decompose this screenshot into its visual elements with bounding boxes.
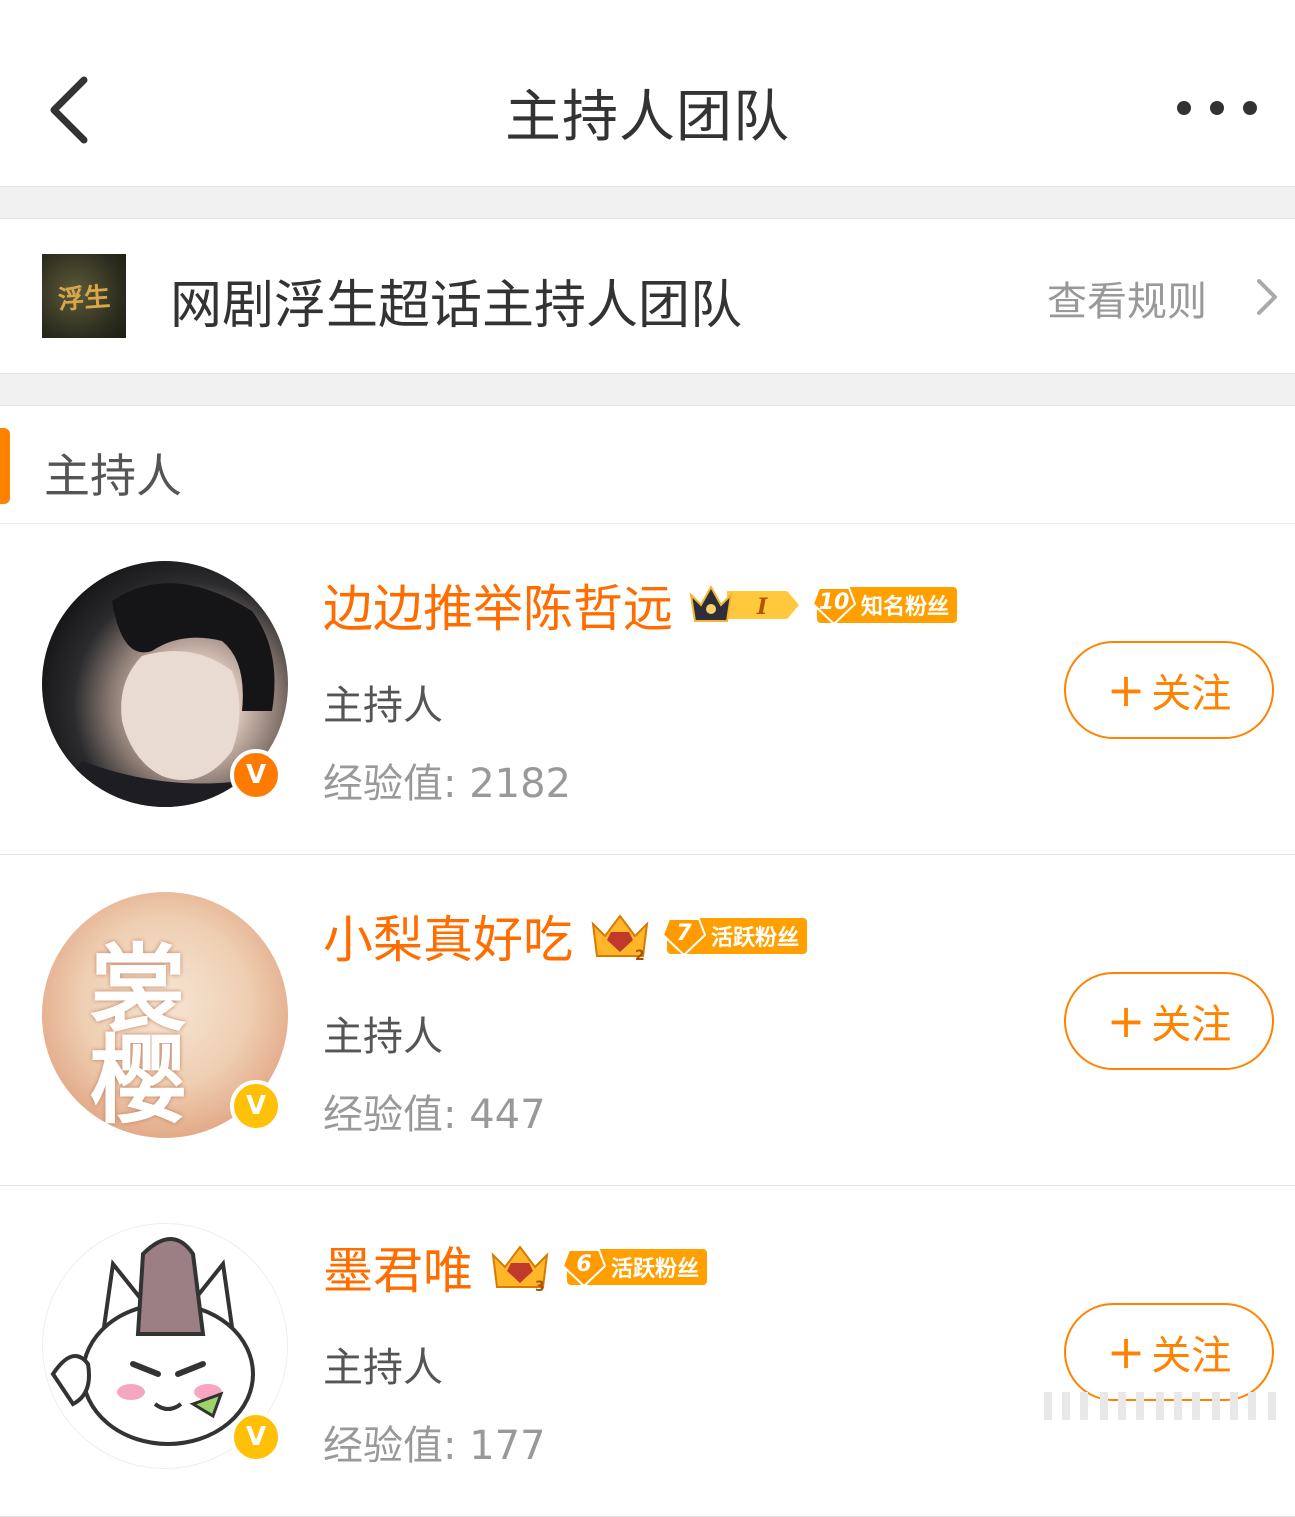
host-experience: 经验值: 177 — [323, 1423, 546, 1469]
svg-text:2: 2 — [635, 948, 645, 962]
fan-level-badge: 7 活跃粉丝 — [661, 918, 808, 957]
follow-button[interactable]: + 关注 — [1064, 1303, 1274, 1401]
view-rules-link[interactable]: 查看规则 — [1047, 269, 1207, 327]
more-dots-icon — [1177, 101, 1191, 115]
more-dots-icon — [1210, 101, 1224, 115]
fan-level-title: 活跃粉丝 — [611, 1257, 700, 1282]
team-cover-text: 浮生 — [57, 281, 112, 316]
host-role: 主持人 — [323, 683, 443, 729]
host-experience: 经验值: 2182 — [323, 761, 571, 807]
follow-label: 关注 — [1151, 1333, 1232, 1379]
crown-icon: I — [689, 584, 799, 622]
follow-label: 关注 — [1151, 671, 1232, 717]
plus-icon: + — [1106, 663, 1146, 717]
fan-level-badge: 6 活跃粉丝 — [561, 1249, 708, 1288]
plus-icon: + — [1106, 1325, 1146, 1379]
watermark-bars-icon — [1044, 1392, 1276, 1420]
verified-v-icon: V — [230, 749, 282, 801]
divider — [0, 186, 1295, 219]
svg-text:3: 3 — [535, 1279, 545, 1293]
team-info-row[interactable]: 浮生 网剧浮生超话主持人团队 查看规则 — [0, 219, 1295, 373]
avatar[interactable]: V — [42, 561, 288, 807]
more-button[interactable] — [1177, 92, 1257, 124]
fan-level-gem: 7 — [661, 915, 707, 957]
chevron-right-icon — [1257, 279, 1277, 315]
avatar-text: 裳樱 — [90, 933, 186, 1138]
fan-level-number: 6 — [576, 1252, 592, 1277]
avatar[interactable]: 裳樱 V — [42, 892, 288, 1138]
fan-level-gem: 6 — [561, 1246, 607, 1288]
team-name: 网剧浮生超话主持人团队 — [170, 276, 743, 336]
host-list-item[interactable]: V 墨君唯 3 6 活跃粉丝 主持人 经验值: 177 + 关注 — [0, 1187, 1295, 1517]
divider — [0, 373, 1295, 406]
section-title: 主持人 — [44, 449, 182, 503]
page-title: 主持人团队 — [505, 85, 790, 150]
fan-level-gem: 10 — [811, 584, 857, 626]
crown-icon: 2 — [591, 914, 649, 962]
host-experience: 经验值: 447 — [323, 1092, 546, 1138]
section-header: 主持人 — [0, 406, 1295, 524]
follow-label: 关注 — [1151, 1002, 1232, 1048]
host-role: 主持人 — [323, 1345, 443, 1391]
fan-level-number: 10 — [818, 590, 850, 615]
fan-level-title: 知名粉丝 — [861, 595, 950, 620]
plus-icon: + — [1106, 994, 1146, 1048]
verified-v-icon: V — [230, 1080, 282, 1132]
host-name-line: 小梨真好吃 2 7 活跃粉丝 — [323, 904, 808, 969]
fan-level-title: 活跃粉丝 — [711, 926, 800, 951]
host-name[interactable]: 墨君唯 — [323, 1231, 473, 1303]
host-name-line: 边边推举陈哲远 I 10 知名粉丝 — [323, 573, 958, 638]
host-list-item[interactable]: 裳樱 V 小梨真好吃 2 7 活跃粉丝 主持人 经验值: 447 + 关注 — [0, 856, 1295, 1186]
section-accent-bar — [0, 428, 10, 504]
avatar[interactable]: V — [42, 1223, 288, 1469]
svg-text:I: I — [756, 594, 768, 620]
nav-bar: 主持人团队 — [0, 0, 1295, 186]
host-name[interactable]: 小梨真好吃 — [323, 900, 573, 972]
fan-level-badge: 10 知名粉丝 — [811, 587, 958, 626]
follow-button[interactable]: + 关注 — [1064, 641, 1274, 739]
host-list-item[interactable]: V 边边推举陈哲远 I 10 知名粉丝 主持人 经验值: 2182 + 关注 — [0, 525, 1295, 855]
team-cover-image: 浮生 — [42, 254, 126, 338]
host-name-line: 墨君唯 3 6 活跃粉丝 — [323, 1235, 708, 1300]
verified-v-icon: V — [230, 1411, 282, 1463]
crown-icon: 3 — [491, 1245, 549, 1293]
fan-level-number: 7 — [676, 921, 692, 946]
host-name[interactable]: 边边推举陈哲远 — [323, 569, 673, 641]
follow-button[interactable]: + 关注 — [1064, 972, 1274, 1070]
more-dots-icon — [1243, 101, 1257, 115]
host-role: 主持人 — [323, 1014, 443, 1060]
